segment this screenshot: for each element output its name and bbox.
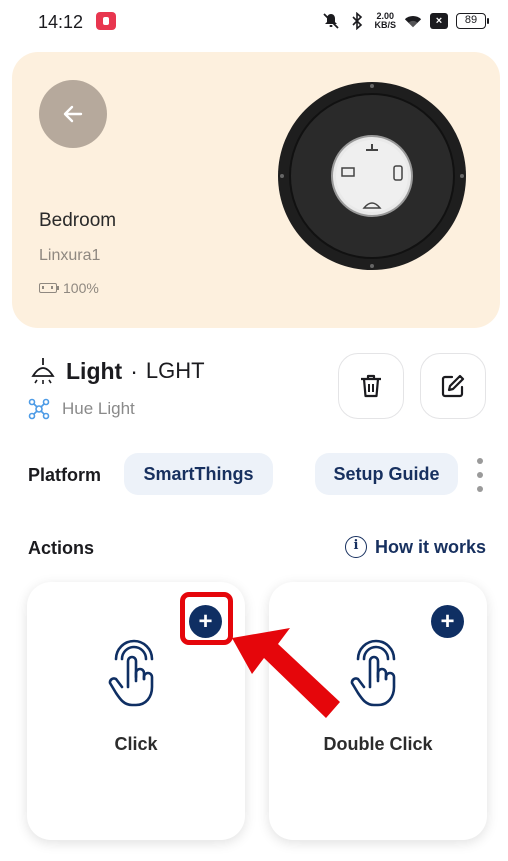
ceiling-light-icon	[31, 358, 55, 384]
tap-hand-icon	[108, 639, 154, 707]
device-id: Linxura1	[39, 247, 101, 264]
setup-guide-button[interactable]: Setup Guide	[315, 453, 458, 495]
wifi-icon	[404, 12, 422, 30]
trash-icon	[361, 374, 381, 398]
info-icon: i	[345, 536, 367, 558]
edit-icon	[441, 374, 465, 398]
battery-indicator: 89	[456, 13, 489, 29]
name-separator: ·	[130, 357, 138, 384]
how-it-works-label: How it works	[375, 536, 487, 557]
more-vertical-icon[interactable]	[473, 458, 487, 492]
mute-icon	[322, 12, 340, 30]
device-source: Hue Light	[28, 398, 135, 420]
action-label-double-click: Double Click	[323, 734, 433, 754]
device-header-card: Bedroom Linxura1 100%	[12, 52, 500, 328]
device-code: LGHT	[145, 358, 205, 383]
action-label-click: Click	[114, 734, 158, 754]
tap-hand-icon	[350, 639, 396, 707]
device-source-label: Hue Light	[62, 399, 135, 418]
delete-button[interactable]	[338, 353, 404, 419]
room-name: Bedroom	[39, 210, 117, 231]
arrow-left-icon	[63, 105, 83, 123]
platform-label: Platform	[28, 465, 102, 485]
device-detail-screen: 14:12 2.00 KB/S × 89 Bedroom Linxura1 10…	[0, 0, 508, 861]
network-speed: 2.00 KB/S	[374, 12, 396, 30]
device-name: Light	[66, 357, 123, 384]
status-bar: 14:12 2.00 KB/S × 89	[0, 0, 508, 44]
edit-button[interactable]	[420, 353, 486, 419]
add-click-action-button[interactable]: +	[189, 605, 222, 638]
battery-icon	[39, 283, 59, 293]
actions-heading: Actions	[28, 538, 95, 558]
status-time: 14:12	[38, 12, 84, 32]
device-battery-value: 100%	[63, 280, 99, 296]
assigned-device-row: Light · LGHT	[28, 356, 328, 386]
device-battery: 100%	[39, 280, 99, 296]
screen-record-icon	[96, 12, 116, 30]
add-double-click-action-button[interactable]: +	[431, 605, 464, 638]
platform-button[interactable]: SmartThings	[124, 453, 273, 495]
remote-device-image	[278, 82, 466, 270]
how-it-works-link[interactable]: i How it works	[345, 536, 486, 558]
net-speed-unit: KB/S	[374, 20, 396, 30]
hue-network-icon	[28, 398, 50, 420]
notification-x-icon: ×	[430, 13, 448, 29]
status-icons: 2.00 KB/S × 89	[322, 10, 489, 32]
back-button[interactable]	[39, 80, 107, 148]
bluetooth-icon	[348, 12, 366, 30]
